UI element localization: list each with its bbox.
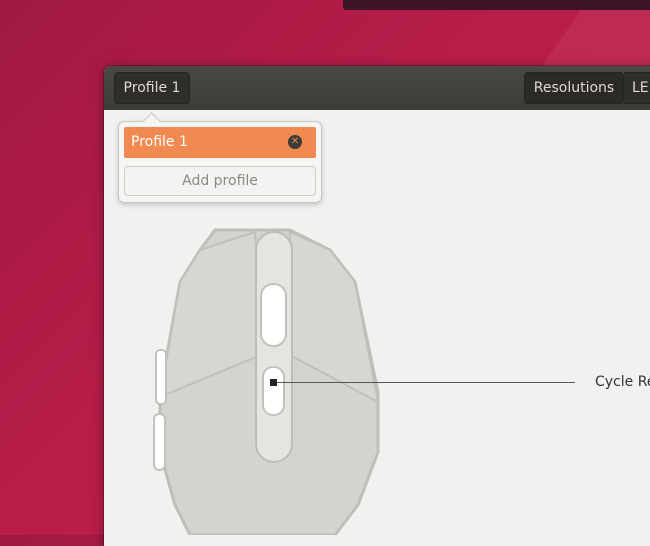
mouse-diagram <box>153 228 380 535</box>
tab-leds[interactable]: LE <box>624 72 650 104</box>
profile-popover: Profile 1 ✕ Add profile <box>118 112 322 203</box>
mouse-side-button-forward <box>155 349 167 405</box>
mouse-scroll-wheel <box>260 283 287 347</box>
profile-name: Profile 1 <box>131 134 188 150</box>
mouse-side-button-back <box>153 413 166 471</box>
add-profile-button[interactable]: Add profile <box>124 166 316 196</box>
button-mapping-label[interactable]: Cycle Re <box>595 374 650 390</box>
mouse-mode-button <box>262 366 285 416</box>
profile-list-item[interactable]: Profile 1 ✕ <box>124 127 316 158</box>
profile-menu-button[interactable]: Profile 1 <box>114 72 190 104</box>
callout-anchor <box>270 379 277 386</box>
headerbar: Profile 1 Resolutions LE <box>104 66 650 110</box>
remove-profile-icon[interactable]: ✕ <box>288 135 302 149</box>
tab-resolutions[interactable]: Resolutions <box>524 72 624 104</box>
callout-leader-line <box>273 382 575 383</box>
background-window <box>343 0 650 10</box>
